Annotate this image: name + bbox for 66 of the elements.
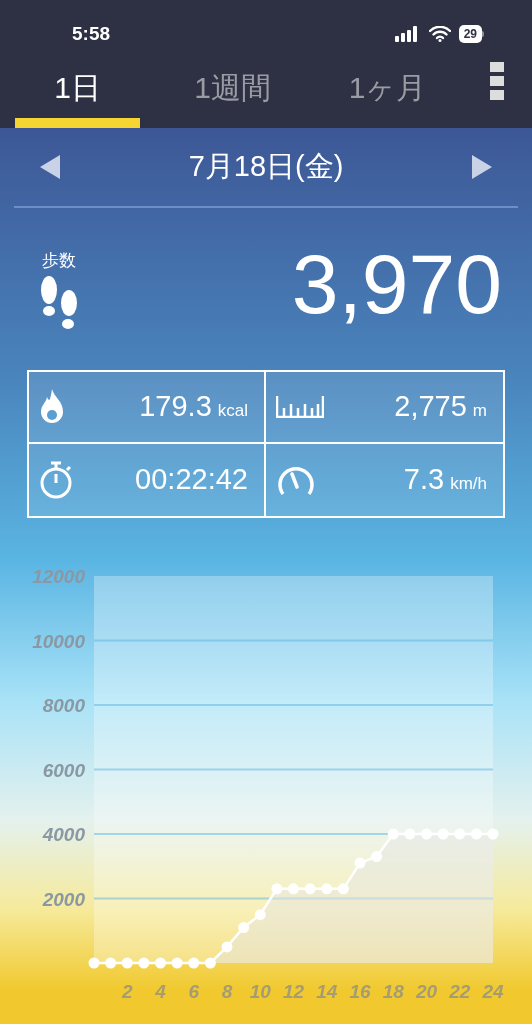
flame-icon (39, 389, 65, 425)
data-point (354, 857, 366, 869)
x-axis-label: 8 (221, 981, 233, 1002)
date-title: 7月18日(金) (188, 149, 344, 185)
y-axis-label: 12000 (32, 566, 85, 587)
y-axis-label: 8000 (42, 695, 85, 716)
previous-day-button[interactable] (40, 155, 60, 179)
data-point (138, 957, 150, 969)
data-point (387, 828, 399, 840)
x-axis-label: 12 (282, 981, 305, 1002)
data-point (271, 883, 283, 895)
data-point (221, 941, 233, 953)
stat-unit: kcal (217, 400, 248, 423)
data-point (238, 922, 250, 934)
footprints-icon (38, 273, 80, 332)
stat-value: 00:22:42 (135, 462, 248, 498)
stat-value: 2,775 (394, 389, 467, 425)
data-point (454, 828, 466, 840)
steps-count: 3,970 (291, 242, 502, 326)
data-point (371, 851, 383, 863)
data-point (437, 828, 449, 840)
data-point (105, 957, 117, 969)
stopwatch-icon (39, 461, 73, 499)
x-axis-label: 4 (155, 981, 166, 1002)
period-tab[interactable]: 1日 (15, 60, 140, 128)
data-point (304, 883, 316, 895)
x-axis-label: 10 (249, 981, 271, 1002)
y-axis-label: 10000 (32, 630, 85, 652)
data-point (121, 957, 133, 969)
data-point (88, 957, 100, 969)
data-point (171, 957, 183, 969)
data-point (288, 883, 299, 895)
stat-value: 179.3 (139, 389, 212, 425)
data-point (421, 828, 432, 840)
data-point (337, 883, 349, 895)
x-axis-label: 24 (482, 981, 504, 1002)
x-axis-label: 16 (349, 981, 371, 1002)
y-axis-label: 4000 (42, 824, 85, 845)
stat-value: 7.3 (403, 462, 445, 498)
x-axis-label: 2 (121, 981, 133, 1002)
stat-unit: km/h (450, 473, 487, 496)
period-tab[interactable]: 1週間 (170, 60, 295, 128)
menu-icon[interactable] (490, 62, 504, 102)
status-time: 5:58 (72, 21, 111, 46)
steps-label: 歩数 (42, 250, 76, 272)
x-axis-label: 22 (449, 981, 471, 1002)
y-axis-label: 2000 (42, 888, 85, 910)
x-axis-label: 18 (382, 981, 404, 1002)
data-point (487, 828, 499, 840)
data-point (404, 828, 416, 840)
wifi-icon (428, 26, 451, 42)
data-point (204, 957, 216, 969)
battery-level: 29 (458, 25, 482, 43)
data-point (155, 957, 166, 969)
data-point (470, 828, 482, 840)
next-day-button[interactable] (472, 155, 492, 179)
data-point (254, 909, 266, 921)
data-point (321, 883, 333, 895)
period-tab[interactable]: 1ヶ月 (325, 60, 450, 128)
x-axis-label: 20 (415, 981, 438, 1002)
x-axis-label: 14 (316, 981, 338, 1002)
y-axis-label: 6000 (42, 759, 85, 781)
data-point (188, 957, 200, 969)
x-axis-label: 6 (188, 981, 200, 1002)
stat-unit: m (472, 400, 487, 423)
ruler-icon (276, 396, 324, 418)
